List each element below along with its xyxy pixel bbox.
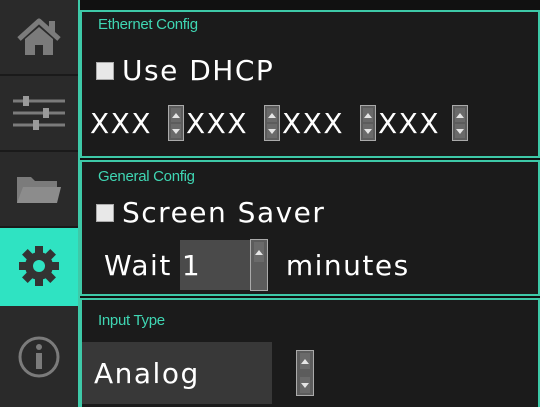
ip-octet-3: XXX — [282, 105, 376, 141]
input-type-row: Analog — [82, 342, 314, 404]
ip-octet-2-value[interactable]: XXX — [186, 107, 264, 140]
ip-octet-3-value[interactable]: XXX — [282, 107, 360, 140]
input-type-panel: Input Type Analog — [80, 298, 540, 407]
wait-minutes-spinner[interactable] — [249, 239, 268, 291]
spinner-down-icon[interactable] — [363, 124, 373, 138]
input-type-select[interactable]: Analog — [82, 342, 272, 404]
nav-config[interactable] — [0, 228, 78, 306]
use-dhcp-label: Use DHCP — [122, 54, 275, 87]
general-config-panel: General Config Screen Saver Wait 1 minut… — [80, 160, 540, 296]
spinner-up-icon[interactable] — [363, 108, 373, 122]
spinner-up-icon[interactable] — [171, 108, 181, 122]
folder-icon — [15, 171, 63, 207]
spinner-down-icon[interactable] — [253, 268, 264, 288]
spinner-down-icon[interactable] — [171, 124, 181, 138]
spinner-up-icon[interactable] — [267, 108, 277, 122]
screen-saver-checkbox-row[interactable]: Screen Saver — [96, 196, 325, 229]
ip-octet-1-spinner[interactable] — [168, 105, 184, 141]
main-panel: Ethernet Config Use DHCP XXX XXX XXX XXX… — [80, 0, 540, 407]
nav-files[interactable] — [0, 152, 78, 228]
nav-settings-sliders[interactable] — [0, 76, 78, 152]
sliders-icon — [11, 91, 67, 135]
minutes-label: minutes — [285, 248, 410, 282]
ip-octet-2-spinner[interactable] — [264, 105, 280, 141]
nav-info[interactable] — [0, 306, 78, 407]
input-type-spinner[interactable] — [296, 350, 314, 396]
use-dhcp-checkbox[interactable] — [96, 61, 114, 80]
wait-label: Wait — [104, 248, 172, 282]
home-icon — [15, 15, 63, 59]
spinner-down-icon[interactable] — [267, 124, 277, 138]
input-type-title: Input Type — [98, 312, 165, 329]
ip-octet-3-spinner[interactable] — [360, 105, 376, 141]
spinner-up-icon[interactable] — [455, 108, 465, 122]
ip-octet-4-spinner[interactable] — [452, 105, 468, 141]
ethernet-config-panel: Ethernet Config Use DHCP XXX XXX XXX XXX — [80, 10, 540, 158]
wait-row: Wait 1 minutes — [104, 239, 410, 291]
general-config-title: General Config — [98, 168, 195, 185]
ip-octet-4: XXX — [378, 105, 468, 141]
screen-saver-label: Screen Saver — [122, 196, 326, 229]
ethernet-config-title: Ethernet Config — [98, 16, 198, 33]
spinner-up-icon[interactable] — [253, 242, 264, 262]
nav-home[interactable] — [0, 0, 78, 76]
ip-octet-1-value[interactable]: XXX — [90, 107, 168, 140]
ip-octet-2: XXX — [186, 105, 280, 141]
wait-minutes-input[interactable]: 1 — [179, 240, 250, 290]
sidebar — [0, 0, 80, 407]
screen-saver-checkbox[interactable] — [96, 203, 114, 222]
ip-octet-1: XXX — [90, 105, 184, 141]
gear-icon — [17, 244, 61, 288]
use-dhcp-checkbox-row[interactable]: Use DHCP — [96, 54, 274, 87]
ip-address-row: XXX XXX XXX XXX — [90, 105, 470, 141]
info-icon — [17, 335, 61, 379]
ip-octet-4-value[interactable]: XXX — [378, 107, 452, 140]
spinner-down-icon[interactable] — [455, 124, 465, 138]
spinner-up-icon[interactable] — [300, 353, 310, 369]
spinner-down-icon[interactable] — [300, 377, 310, 393]
